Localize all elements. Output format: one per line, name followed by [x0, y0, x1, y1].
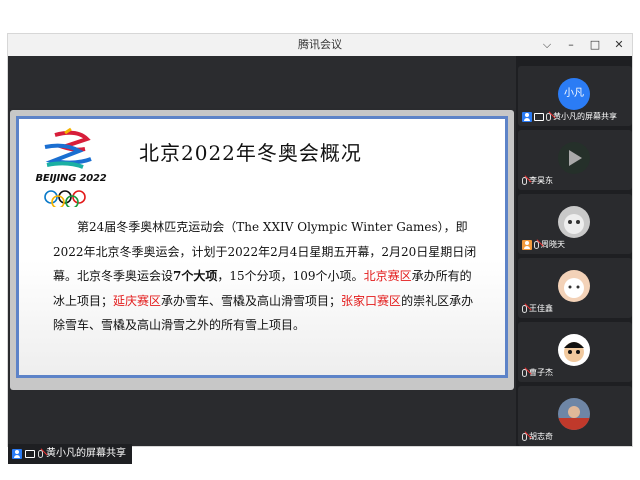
participant-name: 黄小凡的屏幕共享: [553, 112, 617, 121]
body-text-2: ，15个分项，109个小项。: [217, 269, 364, 283]
title-bar: 腾讯会议 ⌵ – □ ✕: [8, 34, 632, 56]
dog-avatar-icon: [564, 214, 584, 234]
slide-frame: BEIJING 2022 北京2022年冬奥会概况 第24届冬季奥林匹克运动会（…: [16, 116, 508, 378]
mic-muted-icon: [38, 450, 43, 458]
window-controls: ⌵ – □ ✕: [540, 34, 626, 56]
play-logo-icon: [569, 150, 582, 166]
participant-tile[interactable]: 李昊东: [518, 130, 632, 190]
participant-name: 王佳鑫: [529, 304, 553, 313]
participant-sidebar: 小凡 黄小凡的屏幕共享 李昊东 周晓天 王佳鑫 曹子杰 胡志奇: [518, 56, 632, 446]
maximize-icon[interactable]: □: [588, 34, 602, 56]
mic-muted-icon: [522, 368, 527, 377]
body-text-4: 承办雪车、雪橇及高山滑雪项目；: [161, 293, 342, 308]
shared-slide: BEIJING 2022 北京2022年冬奥会概况 第24届冬季奥林匹克运动会（…: [10, 110, 514, 390]
participant-label: 周晓天: [522, 238, 565, 251]
presenter-label: 黄小凡的屏幕共享: [8, 444, 132, 464]
participant-tile[interactable]: 周晓天: [518, 194, 632, 254]
avatar: [558, 142, 590, 174]
window-title: 腾讯会议: [298, 38, 342, 51]
mic-muted-icon: [534, 240, 539, 249]
participant-label: 曹子杰: [522, 366, 553, 379]
avatar: [558, 398, 590, 430]
avatar: [558, 334, 590, 366]
participant-name: 李昊东: [529, 176, 553, 185]
mic-muted-icon: [546, 112, 551, 121]
avatar: [558, 270, 590, 302]
participant-name: 胡志奇: [529, 432, 553, 441]
photo-avatar-icon: [558, 406, 590, 430]
avatar: [558, 206, 590, 238]
mic-muted-icon: [522, 432, 527, 441]
participant-tile[interactable]: 曹子杰: [518, 322, 632, 382]
participant-name: 周晓天: [541, 240, 565, 249]
meeting-window: 腾讯会议 ⌵ – □ ✕ BEIJING 2022 北京2022年冬奥会概况 第…: [8, 34, 632, 464]
olympic-emblem-icon: [44, 127, 92, 209]
bunny-avatar-icon: [564, 278, 584, 298]
body-red-1: 北京赛区: [363, 269, 412, 283]
cartoon-avatar-icon: [564, 342, 584, 362]
participant-label: 李昊东: [522, 174, 553, 187]
presenter-name: 黄小凡的屏幕共享: [46, 448, 126, 459]
avatar: 小凡: [558, 78, 590, 110]
share-header: [8, 56, 516, 108]
close-icon[interactable]: ✕: [612, 34, 626, 56]
screen-share-area[interactable]: BEIJING 2022 北京2022年冬奥会概况 第24届冬季奥林匹克运动会（…: [8, 56, 516, 464]
minimize-icon[interactable]: –: [564, 34, 578, 56]
participant-label: 黄小凡的屏幕共享: [522, 110, 617, 123]
mic-muted-icon: [522, 304, 527, 313]
body-bold-1: 7个大项: [173, 269, 218, 283]
participant-tile[interactable]: 王佳鑫: [518, 258, 632, 318]
participant-label: 王佳鑫: [522, 302, 553, 315]
participant-label: 胡志奇: [522, 430, 553, 443]
beijing-2022-logo: BEIJING 2022: [25, 125, 115, 209]
slide-body: 第24届冬季奥林匹克运动会（The XXIV Olympic Winter Ga…: [53, 215, 483, 338]
user-icon: [522, 111, 532, 122]
slide-title: 北京2022年冬奥会概况: [139, 141, 362, 165]
user-icon: [12, 449, 22, 459]
logo-text: BEIJING 2022: [35, 173, 107, 184]
participant-tile[interactable]: 胡志奇: [518, 386, 632, 446]
mic-muted-icon: [522, 176, 527, 185]
dropdown-icon[interactable]: ⌵: [540, 34, 554, 56]
body-red-3: 张家口赛区: [341, 293, 402, 308]
body-red-2: 延庆赛区: [113, 293, 162, 308]
participant-tile[interactable]: 小凡 黄小凡的屏幕共享: [518, 66, 632, 126]
participant-name: 曹子杰: [529, 368, 553, 377]
